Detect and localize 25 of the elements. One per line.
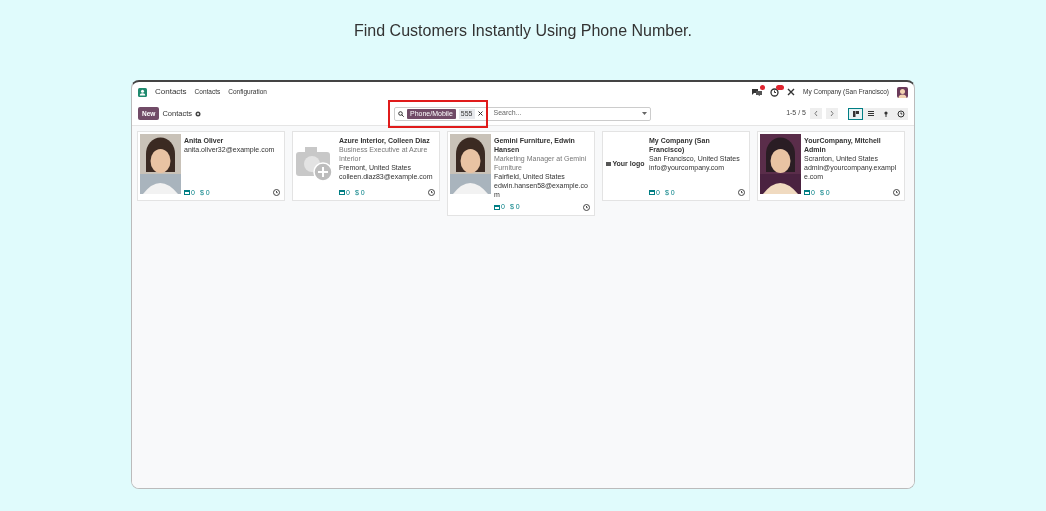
- calendar-icon[interactable]: [804, 190, 810, 196]
- calendar-icon[interactable]: [649, 190, 655, 196]
- user-avatar[interactable]: [897, 86, 908, 98]
- clock-icon[interactable]: [583, 203, 590, 211]
- clock-icon[interactable]: [273, 189, 280, 197]
- clock-icon[interactable]: [770, 87, 779, 97]
- clock-icon[interactable]: [893, 189, 900, 197]
- tools-icon[interactable]: [787, 88, 795, 96]
- clock-icon[interactable]: [738, 189, 745, 197]
- clock-icon[interactable]: [893, 107, 908, 120]
- app-name[interactable]: Contacts: [155, 86, 187, 98]
- page-heading: Find Customers Instantly Using Phone Number.: [354, 21, 692, 41]
- search-icon: [398, 110, 404, 117]
- contacts-app-icon[interactable]: [138, 87, 147, 97]
- image-icon: [606, 162, 612, 166]
- settings-icon[interactable]: [195, 110, 201, 117]
- calendar-icon[interactable]: [494, 204, 500, 210]
- calendar-icon[interactable]: [339, 190, 345, 196]
- caret-icon[interactable]: [642, 112, 647, 115]
- list-view-icon[interactable]: [863, 107, 878, 120]
- kanban-view-icon[interactable]: [848, 107, 863, 120]
- close-icon[interactable]: [477, 111, 483, 116]
- calendar-icon[interactable]: [184, 190, 190, 196]
- clock-icon[interactable]: [428, 189, 435, 197]
- messages-icon[interactable]: [752, 88, 762, 96]
